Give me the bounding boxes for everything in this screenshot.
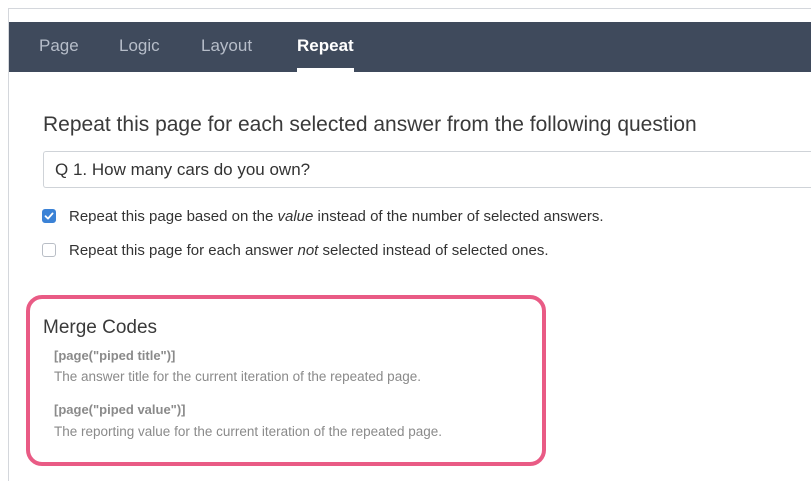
tab-logic[interactable]: Logic <box>119 22 160 72</box>
tab-layout[interactable]: Layout <box>201 22 252 72</box>
tab-label: Layout <box>201 36 253 55</box>
repeat-by-value-checkbox[interactable] <box>42 209 56 223</box>
merge-code-piped-value-description: The reporting value for the current iter… <box>54 424 442 439</box>
tab-repeat[interactable]: Repeat <box>297 22 354 72</box>
repeat-by-value-label: Repeat this page based on the value inst… <box>69 207 604 225</box>
question-select[interactable]: Q 1. How many cars do you own? <box>43 151 811 188</box>
tab-label: Page <box>39 36 79 55</box>
checkmark-icon <box>44 212 54 220</box>
repeat-not-selected-checkbox[interactable] <box>42 243 56 257</box>
tab-bar: Page Logic Layout Repeat <box>9 22 811 72</box>
repeat-by-value-option[interactable]: Repeat this page based on the value inst… <box>42 207 604 225</box>
tab-label: Logic <box>119 36 160 55</box>
repeat-heading: Repeat this page for each selected answe… <box>43 113 697 136</box>
repeat-not-selected-label: Repeat this page for each answer not sel… <box>69 241 549 259</box>
merge-codes-title: Merge Codes <box>43 317 158 338</box>
merge-code-piped-value: [page("piped value")] <box>54 402 186 417</box>
question-select-value: Q 1. How many cars do you own? <box>55 160 311 179</box>
active-tab-indicator <box>297 68 354 72</box>
tab-label: Repeat <box>297 36 354 55</box>
merge-code-piped-title-description: The answer title for the current iterati… <box>54 369 421 384</box>
repeat-not-selected-option[interactable]: Repeat this page for each answer not sel… <box>42 241 549 259</box>
merge-code-piped-title: [page("piped title")] <box>54 348 176 363</box>
tab-page[interactable]: Page <box>39 22 79 72</box>
